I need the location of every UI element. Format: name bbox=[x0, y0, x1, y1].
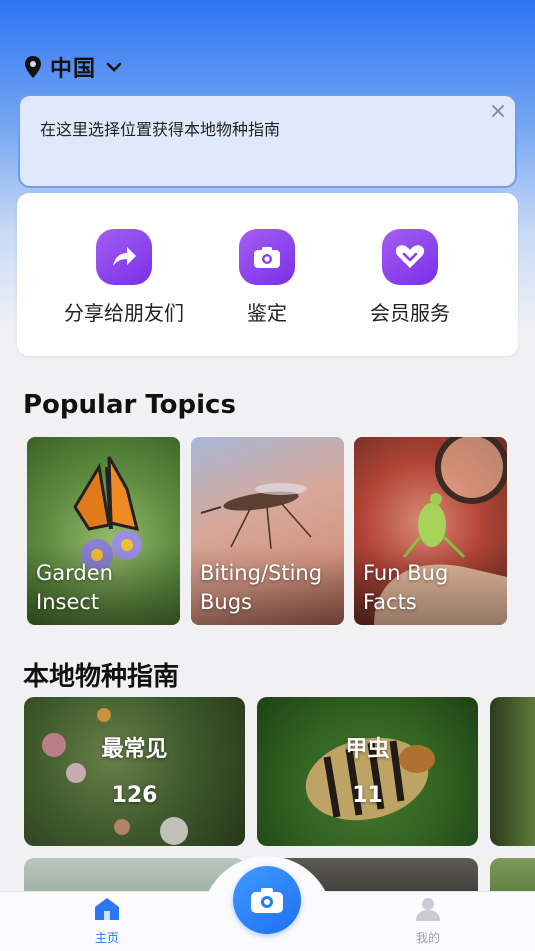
camera-button[interactable] bbox=[233, 866, 301, 934]
membership-button[interactable]: 会员服务 bbox=[330, 229, 490, 326]
topic-label: Garden Insect bbox=[36, 561, 113, 614]
camera-icon bbox=[251, 888, 283, 913]
guide-name: 最常见 bbox=[101, 737, 168, 762]
home-icon bbox=[95, 898, 119, 920]
topic-label: Biting/Sting Bugs bbox=[200, 561, 323, 614]
guide-name: 甲虫 bbox=[345, 737, 390, 762]
tab-mine[interactable]: 我的 bbox=[398, 897, 458, 946]
guide-count: 126 bbox=[111, 783, 158, 808]
guide-card-partial[interactable] bbox=[490, 697, 535, 846]
card-dim-overlay bbox=[24, 697, 245, 846]
tab-mine-label: 我的 bbox=[415, 931, 440, 945]
topic-card-biting-sting-bugs[interactable]: Biting/Sting Bugs bbox=[191, 437, 344, 625]
tooltip-text: 在这里选择位置获得本地物种指南 bbox=[40, 120, 281, 139]
popular-topics-title: Popular Topics bbox=[23, 390, 236, 420]
topic-card-fun-bug-facts[interactable]: Fun Bug Facts bbox=[354, 437, 507, 625]
local-guide-title: 本地物种指南 bbox=[23, 662, 180, 692]
close-icon[interactable] bbox=[489, 102, 507, 120]
topic-label: Fun Bug Facts bbox=[363, 561, 449, 614]
share-arrow-icon bbox=[96, 229, 152, 285]
share-button[interactable]: 分享给朋友们 bbox=[44, 229, 204, 326]
identify-button[interactable]: 鉴定 bbox=[187, 229, 347, 326]
guide-count: 11 bbox=[352, 783, 383, 808]
tab-home-label: 主页 bbox=[94, 931, 119, 945]
location-pin-icon bbox=[25, 56, 41, 78]
tab-home[interactable]: 主页 bbox=[77, 897, 137, 946]
location-selector[interactable]: 中国 bbox=[24, 52, 122, 82]
membership-label: 会员服务 bbox=[370, 301, 450, 325]
camera-icon bbox=[239, 229, 295, 285]
guide-card-most-common[interactable]: 最常见 126 bbox=[24, 697, 245, 846]
vip-heart-icon bbox=[382, 229, 438, 285]
user-icon bbox=[416, 898, 440, 921]
chevron-down-icon bbox=[106, 62, 122, 72]
guide-card-beetle[interactable]: 甲虫 11 bbox=[257, 697, 478, 846]
share-label: 分享给朋友们 bbox=[64, 301, 184, 325]
topic-card-garden-insect[interactable]: Garden Insect bbox=[27, 437, 180, 625]
location-tooltip: 在这里选择位置获得本地物种指南 bbox=[18, 94, 517, 188]
quick-actions-card: 分享给朋友们 鉴定 会员服务 bbox=[17, 193, 518, 356]
card-dim-overlay bbox=[257, 697, 478, 846]
location-name: 中国 bbox=[50, 57, 97, 82]
identify-label: 鉴定 bbox=[247, 301, 287, 325]
